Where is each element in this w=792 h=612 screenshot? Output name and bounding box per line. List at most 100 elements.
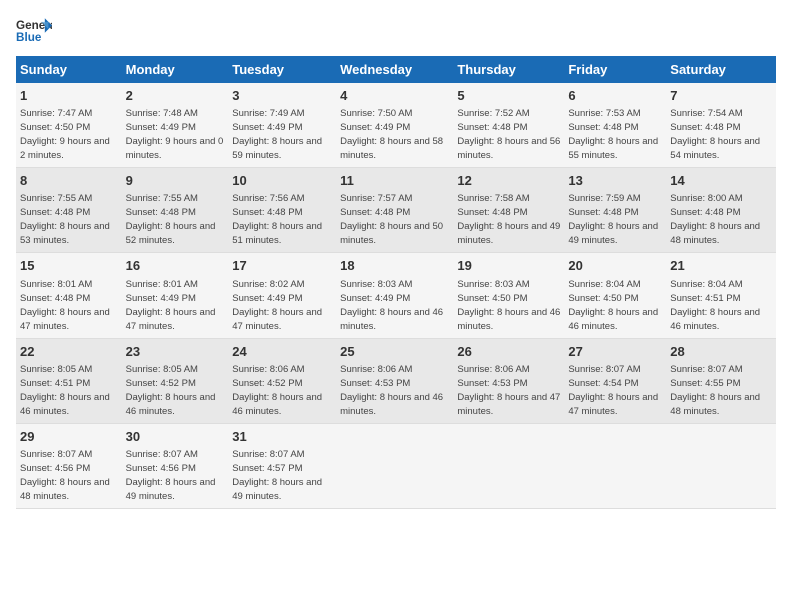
sunrise: Sunrise: 8:04 AMSunset: 4:50 PMDaylight:… [568,279,658,332]
calendar-cell: 29 Sunrise: 8:07 AMSunset: 4:56 PMDayligh… [16,423,122,508]
sunrise: Sunrise: 7:47 AMSunset: 4:50 PMDaylight:… [20,108,110,161]
day-number: 13 [568,172,662,190]
week-row-5: 29 Sunrise: 8:07 AMSunset: 4:56 PMDayligh… [16,423,776,508]
sunrise: Sunrise: 8:01 AMSunset: 4:49 PMDaylight:… [126,279,216,332]
sunrise: Sunrise: 7:52 AMSunset: 4:48 PMDaylight:… [457,108,560,161]
day-number: 30 [126,428,225,446]
calendar-cell: 11 Sunrise: 7:57 AMSunset: 4:48 PMDayligh… [336,168,453,253]
logo-icon: General Blue [16,16,52,44]
day-number: 10 [232,172,332,190]
calendar-cell: 9 Sunrise: 7:55 AMSunset: 4:48 PMDaylight… [122,168,229,253]
day-number: 16 [126,257,225,275]
day-number: 2 [126,87,225,105]
calendar-cell: 15 Sunrise: 8:01 AMSunset: 4:48 PMDayligh… [16,253,122,338]
day-number: 27 [568,343,662,361]
calendar-cell: 31 Sunrise: 8:07 AMSunset: 4:57 PMDayligh… [228,423,336,508]
day-number: 22 [20,343,118,361]
sunrise: Sunrise: 7:59 AMSunset: 4:48 PMDaylight:… [568,193,658,246]
day-number: 11 [340,172,449,190]
sunrise: Sunrise: 8:06 AMSunset: 4:52 PMDaylight:… [232,364,322,417]
calendar-cell: 10 Sunrise: 7:56 AMSunset: 4:48 PMDayligh… [228,168,336,253]
day-number: 6 [568,87,662,105]
day-number: 9 [126,172,225,190]
calendar-cell: 23 Sunrise: 8:05 AMSunset: 4:52 PMDayligh… [122,338,229,423]
calendar-cell: 4 Sunrise: 7:50 AMSunset: 4:49 PMDaylight… [336,83,453,168]
sunrise: Sunrise: 8:03 AMSunset: 4:50 PMDaylight:… [457,279,560,332]
day-number: 23 [126,343,225,361]
calendar-cell: 30Sunrise: 8:07 AMSunset: 4:56 PMDayligh… [122,423,229,508]
sunrise: Sunrise: 8:05 AMSunset: 4:51 PMDaylight:… [20,364,110,417]
day-number: 14 [670,172,772,190]
calendar-cell: 28Sunrise: 8:07 AMSunset: 4:55 PMDayligh… [666,338,776,423]
calendar-table: SundayMondayTuesdayWednesdayThursdayFrid… [16,56,776,509]
calendar-cell: 17 Sunrise: 8:02 AMSunset: 4:49 PMDayligh… [228,253,336,338]
sunrise: Sunrise: 8:04 AMSunset: 4:51 PMDaylight:… [670,279,760,332]
day-number: 31 [232,428,332,446]
calendar-cell [453,423,564,508]
sunrise: Sunrise: 8:07 AMSunset: 4:57 PMDaylight:… [232,449,322,502]
header-cell-saturday: Saturday [666,56,776,83]
header-cell-thursday: Thursday [453,56,564,83]
sunrise: Sunrise: 8:01 AMSunset: 4:48 PMDaylight:… [20,279,110,332]
sunrise: Sunrise: 8:05 AMSunset: 4:52 PMDaylight:… [126,364,216,417]
day-number: 8 [20,172,118,190]
header-cell-wednesday: Wednesday [336,56,453,83]
calendar-cell [336,423,453,508]
header-cell-tuesday: Tuesday [228,56,336,83]
sunrise: Sunrise: 7:58 AMSunset: 4:48 PMDaylight:… [457,193,560,246]
day-number: 1 [20,87,118,105]
sunrise: Sunrise: 8:03 AMSunset: 4:49 PMDaylight:… [340,279,443,332]
calendar-cell: 19 Sunrise: 8:03 AMSunset: 4:50 PMDayligh… [453,253,564,338]
day-number: 15 [20,257,118,275]
day-number: 18 [340,257,449,275]
calendar-cell: 27 Sunrise: 8:07 AMSunset: 4:54 PMDayligh… [564,338,666,423]
calendar-cell [564,423,666,508]
calendar-cell: 16 Sunrise: 8:01 AMSunset: 4:49 PMDayligh… [122,253,229,338]
day-number: 26 [457,343,560,361]
sunrise: Sunrise: 7:55 AMSunset: 4:48 PMDaylight:… [126,193,216,246]
calendar-cell: 1 Sunrise: 7:47 AMSunset: 4:50 PMDaylight… [16,83,122,168]
sunrise: Sunrise: 8:07 AMSunset: 4:55 PMDaylight:… [670,364,760,417]
day-number: 5 [457,87,560,105]
day-number: 12 [457,172,560,190]
sunrise: Sunrise: 8:06 AMSunset: 4:53 PMDaylight:… [457,364,560,417]
week-row-3: 15 Sunrise: 8:01 AMSunset: 4:48 PMDayligh… [16,253,776,338]
day-number: 19 [457,257,560,275]
header-cell-sunday: Sunday [16,56,122,83]
calendar-cell: 13 Sunrise: 7:59 AMSunset: 4:48 PMDayligh… [564,168,666,253]
week-row-1: 1 Sunrise: 7:47 AMSunset: 4:50 PMDaylight… [16,83,776,168]
sunrise: Sunrise: 7:54 AMSunset: 4:48 PMDaylight:… [670,108,760,161]
sunrise: Sunrise: 7:48 AMSunset: 4:49 PMDaylight:… [126,108,224,161]
sunrise: Sunrise: 8:02 AMSunset: 4:49 PMDaylight:… [232,279,322,332]
day-number: 29 [20,428,118,446]
page-header: General Blue [16,16,776,44]
day-number: 20 [568,257,662,275]
sunrise: Sunrise: 7:55 AMSunset: 4:48 PMDaylight:… [20,193,110,246]
calendar-cell: 22 Sunrise: 8:05 AMSunset: 4:51 PMDayligh… [16,338,122,423]
sunrise: Sunrise: 8:07 AMSunset: 4:54 PMDaylight:… [568,364,658,417]
svg-text:Blue: Blue [16,31,42,44]
day-number: 25 [340,343,449,361]
calendar-cell: 2 Sunrise: 7:48 AMSunset: 4:49 PMDaylight… [122,83,229,168]
sunrise: Sunrise: 7:56 AMSunset: 4:48 PMDaylight:… [232,193,322,246]
day-number: 3 [232,87,332,105]
day-number: 17 [232,257,332,275]
calendar-cell [666,423,776,508]
calendar-cell: 3 Sunrise: 7:49 AMSunset: 4:49 PMDaylight… [228,83,336,168]
header-row: SundayMondayTuesdayWednesdayThursdayFrid… [16,56,776,83]
sunrise: Sunrise: 7:50 AMSunset: 4:49 PMDaylight:… [340,108,443,161]
day-number: 4 [340,87,449,105]
calendar-cell: 24 Sunrise: 8:06 AMSunset: 4:52 PMDayligh… [228,338,336,423]
calendar-cell: 21Sunrise: 8:04 AMSunset: 4:51 PMDayligh… [666,253,776,338]
sunrise: Sunrise: 7:57 AMSunset: 4:48 PMDaylight:… [340,193,443,246]
calendar-cell: 26 Sunrise: 8:06 AMSunset: 4:53 PMDayligh… [453,338,564,423]
calendar-cell: 25Sunrise: 8:06 AMSunset: 4:53 PMDayligh… [336,338,453,423]
calendar-cell: 14 Sunrise: 8:00 AMSunset: 4:48 PMDayligh… [666,168,776,253]
header-cell-monday: Monday [122,56,229,83]
day-number: 24 [232,343,332,361]
sunrise: Sunrise: 8:07 AMSunset: 4:56 PMDaylight:… [20,449,110,502]
calendar-cell: 8 Sunrise: 7:55 AMSunset: 4:48 PMDaylight… [16,168,122,253]
sunrise: Sunrise: 7:49 AMSunset: 4:49 PMDaylight:… [232,108,322,161]
sunrise: Sunrise: 8:00 AMSunset: 4:48 PMDaylight:… [670,193,760,246]
logo: General Blue [16,16,52,44]
